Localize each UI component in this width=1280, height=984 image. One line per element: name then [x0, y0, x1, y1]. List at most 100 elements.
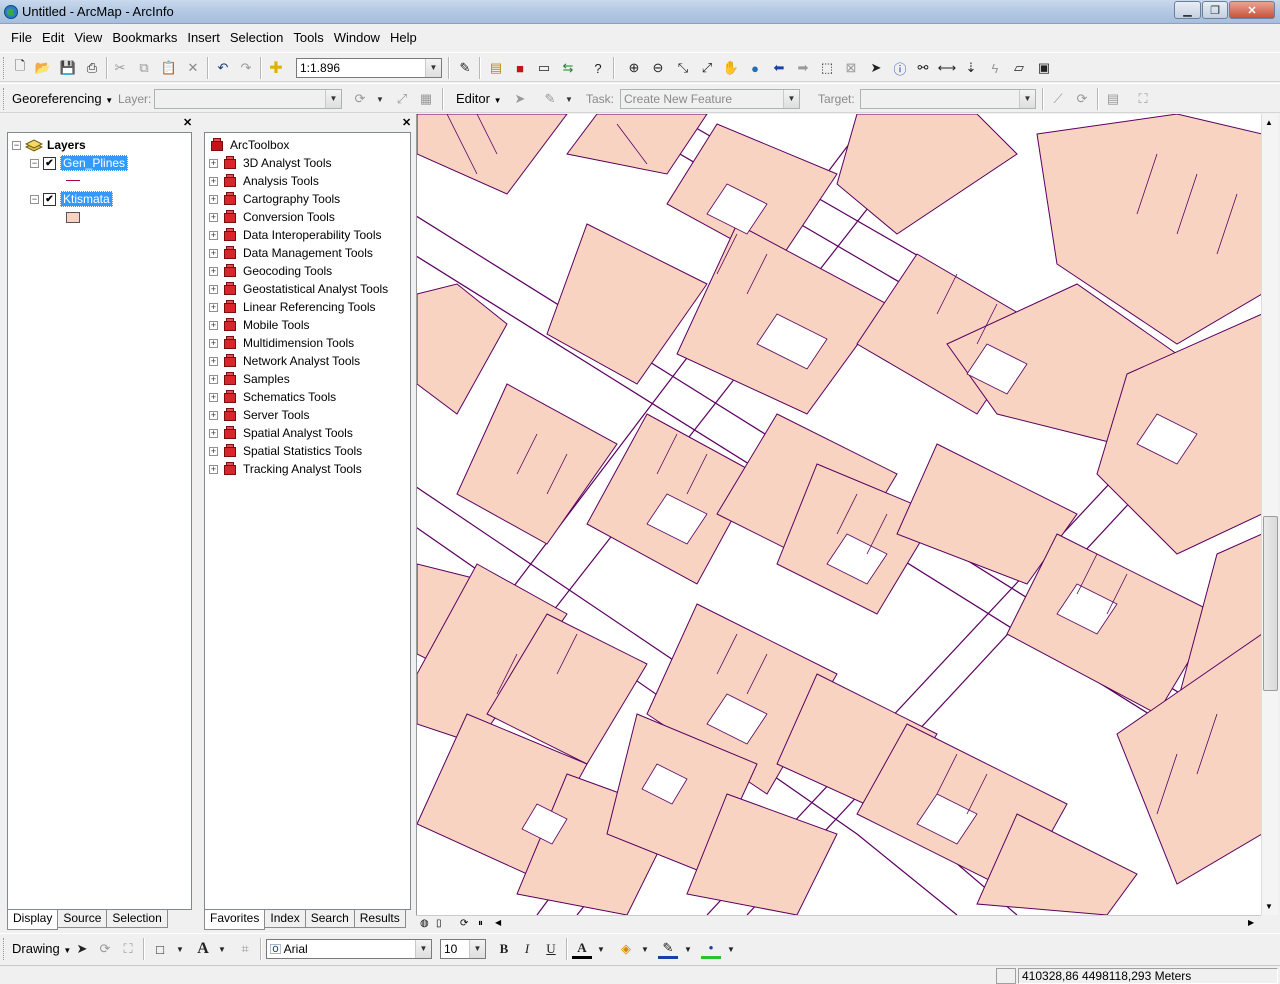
- scroll-left-icon[interactable]: ◀: [495, 918, 501, 927]
- select-elements-arrow-icon[interactable]: ➤: [866, 58, 886, 78]
- layer-visibility-checkbox[interactable]: ✔: [43, 192, 56, 206]
- tab-index[interactable]: Index: [264, 910, 306, 928]
- pan-hand-icon[interactable]: ✋: [721, 58, 741, 78]
- rotate-icon[interactable]: ⟳: [350, 89, 370, 109]
- chevron-down-icon[interactable]: ▼: [415, 940, 431, 958]
- minimize-button[interactable]: ▁: [1174, 1, 1201, 19]
- chevron-down-icon[interactable]: ▼: [325, 90, 341, 108]
- new-document-icon[interactable]: 🗋: [10, 58, 30, 78]
- close-icon[interactable]: ✕: [402, 116, 411, 129]
- map-canvas[interactable]: [417, 114, 1261, 915]
- chevron-down-icon[interactable]: ▼: [425, 59, 441, 77]
- menu-help[interactable]: Help: [385, 28, 422, 48]
- toolbox-item[interactable]: +3D Analyst Tools: [209, 154, 332, 172]
- target-combo[interactable]: ▼: [860, 89, 1036, 109]
- zoom-out-icon[interactable]: ⊖: [648, 58, 668, 78]
- expand-icon[interactable]: +: [209, 194, 218, 204]
- chevron-down-icon[interactable]: ▼: [212, 939, 232, 959]
- menu-bookmarks[interactable]: Bookmarks: [107, 28, 182, 48]
- layer-ktismata[interactable]: − ✔ Ktismata: [30, 190, 113, 208]
- split-tool-icon[interactable]: ⟋: [1048, 89, 1068, 109]
- line-color-icon[interactable]: ✎: [658, 939, 678, 959]
- toolbox-item[interactable]: + Multidimension Tools: [209, 334, 354, 352]
- select-elements-arrow-icon[interactable]: ➤: [72, 939, 92, 959]
- command-line-icon[interactable]: ▭: [534, 58, 554, 78]
- toolbar-grip[interactable]: [3, 57, 6, 79]
- tab-selection[interactable]: Selection: [106, 910, 168, 928]
- bold-button[interactable]: B: [494, 939, 514, 959]
- arctoolbox-icon[interactable]: ■: [510, 58, 530, 78]
- menu-tools[interactable]: Tools: [288, 28, 328, 48]
- maximize-button[interactable]: ❐: [1202, 1, 1228, 19]
- tab-results[interactable]: Results: [353, 910, 406, 928]
- layer-name[interactable]: Ktismata: [60, 191, 113, 207]
- tab-source[interactable]: Source: [57, 910, 108, 928]
- fixed-zoom-in-icon[interactable]: ⤡: [673, 58, 693, 78]
- add-control-points-icon[interactable]: ⤢: [392, 89, 412, 109]
- line-symbol[interactable]: [66, 171, 80, 189]
- text-tool-icon[interactable]: A: [193, 939, 213, 959]
- zoom-whole-page-icon[interactable]: ⛶: [118, 939, 138, 959]
- chevron-down-icon[interactable]: ▼: [1019, 90, 1035, 108]
- chevron-down-icon[interactable]: ▼: [370, 89, 390, 109]
- overview-window-icon[interactable]: ▣: [1034, 58, 1054, 78]
- task-combo[interactable]: Create New Feature ▼: [620, 89, 800, 109]
- toolbox-item[interactable]: + Geocoding Tools: [209, 262, 332, 280]
- drawing-menu[interactable]: Drawing ▼: [8, 938, 75, 960]
- font-size-combo[interactable]: 10 ▼: [440, 939, 486, 959]
- chevron-down-icon[interactable]: ▼: [678, 939, 698, 959]
- sketch-properties-icon[interactable]: ⛶: [1133, 89, 1153, 109]
- toolbox-item[interactable]: + Samples: [209, 370, 290, 388]
- edit-vertices-icon[interactable]: ⌗: [235, 939, 255, 959]
- marker-color-icon[interactable]: •: [701, 939, 721, 959]
- scroll-thumb[interactable]: [1263, 516, 1278, 691]
- expand-icon[interactable]: +: [209, 284, 218, 294]
- save-icon[interactable]: 💾: [58, 58, 78, 78]
- scroll-down-icon[interactable]: ▼: [1265, 902, 1273, 911]
- menu-file[interactable]: File: [6, 28, 37, 48]
- rotate-icon[interactable]: ⟳: [95, 939, 115, 959]
- refresh-icon[interactable]: ⟳: [460, 918, 468, 929]
- back-arrow-icon[interactable]: ⬅: [769, 58, 789, 78]
- collapse-icon[interactable]: −: [12, 140, 21, 150]
- rectangle-icon[interactable]: □: [150, 939, 170, 959]
- undo-icon[interactable]: ↶: [213, 58, 233, 78]
- toolbar-grip[interactable]: [3, 938, 6, 960]
- expand-icon[interactable]: +: [209, 338, 218, 348]
- chevron-down-icon[interactable]: ▼: [783, 90, 799, 108]
- expand-icon[interactable]: +: [209, 410, 218, 420]
- data-view-icon[interactable]: ◍: [420, 918, 429, 929]
- fixed-zoom-out-icon[interactable]: ⤢: [697, 58, 717, 78]
- menu-edit[interactable]: Edit: [37, 28, 69, 48]
- expand-icon[interactable]: +: [209, 176, 218, 186]
- link-table-icon[interactable]: ▦: [416, 89, 436, 109]
- tab-display[interactable]: Display: [7, 910, 59, 930]
- tab-search[interactable]: Search: [304, 910, 355, 928]
- close-button[interactable]: ✕: [1229, 1, 1275, 19]
- copy-icon[interactable]: ⧉: [134, 58, 154, 78]
- zoom-in-icon[interactable]: ⊕: [624, 58, 644, 78]
- chevron-down-icon[interactable]: ▼: [635, 939, 655, 959]
- toolbar-grip[interactable]: [3, 88, 6, 110]
- toolbox-item[interactable]: + Spatial Analyst Tools: [209, 424, 353, 442]
- hyperlink-icon[interactable]: ⇣: [961, 58, 981, 78]
- polygon-symbol[interactable]: [66, 208, 80, 226]
- model-builder-icon[interactable]: ⇆: [558, 58, 578, 78]
- expand-icon[interactable]: +: [209, 374, 218, 384]
- measure-icon[interactable]: ⟷: [937, 58, 957, 78]
- expand-icon[interactable]: +: [209, 230, 218, 240]
- html-popup-icon[interactable]: ▱: [1009, 58, 1029, 78]
- arctoolbox-root[interactable]: ArcToolbox: [209, 136, 289, 154]
- expand-icon[interactable]: +: [209, 248, 218, 258]
- menu-selection[interactable]: Selection: [225, 28, 288, 48]
- scroll-right-icon[interactable]: ▶: [1248, 918, 1254, 927]
- rotate-tool-icon[interactable]: ⟳: [1072, 89, 1092, 109]
- close-icon[interactable]: ✕: [183, 116, 192, 129]
- font-color-button[interactable]: A: [572, 939, 592, 959]
- delete-icon[interactable]: ✕: [183, 58, 203, 78]
- toolbox-item[interactable]: + Network Analyst Tools: [209, 352, 360, 370]
- expand-icon[interactable]: +: [209, 446, 218, 456]
- toolbox-item[interactable]: + Schematics Tools: [209, 388, 336, 406]
- tab-favorites[interactable]: Favorites: [204, 910, 266, 930]
- chevron-down-icon[interactable]: ▼: [469, 940, 485, 958]
